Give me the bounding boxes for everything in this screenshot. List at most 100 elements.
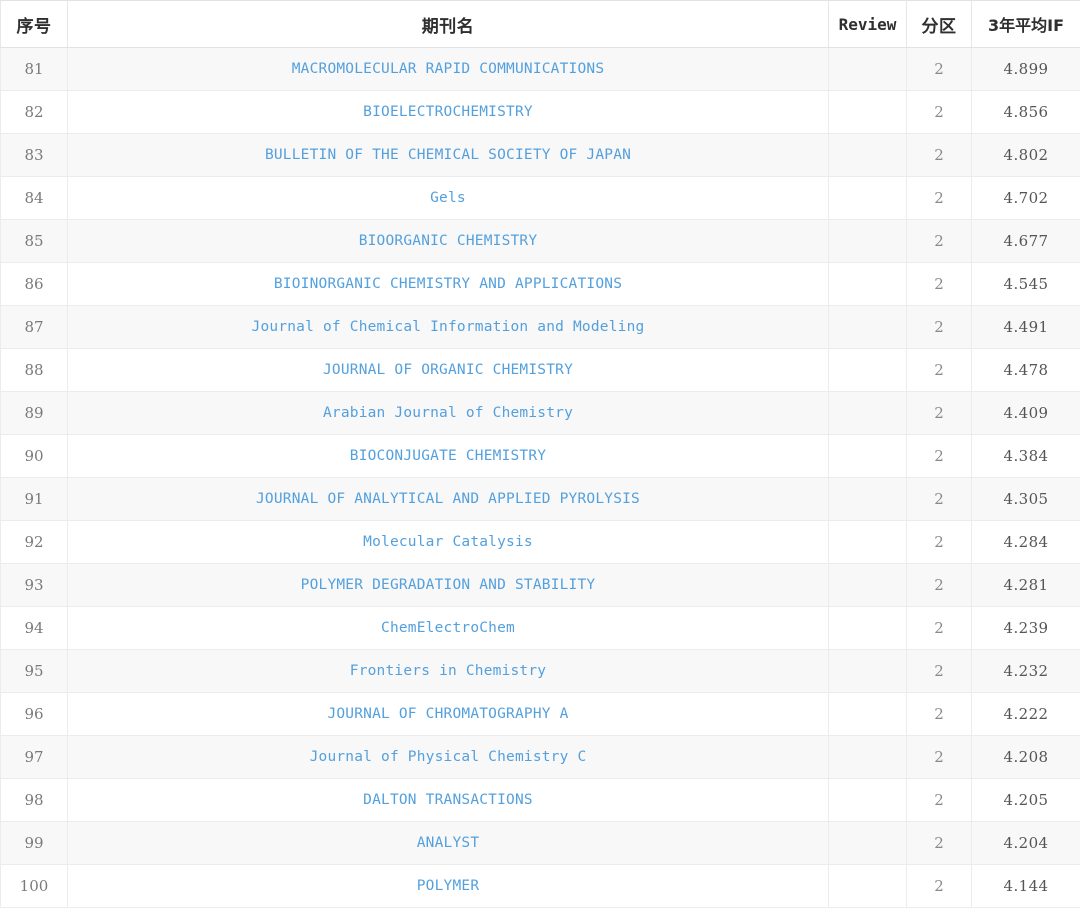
cell-rank: 100: [0, 864, 68, 908]
cell-journal-name[interactable]: BIOELECTROCHEMISTRY: [67, 90, 829, 134]
cell-if3: 4.802: [971, 133, 1080, 177]
cell-journal-name[interactable]: BIOINORGANIC CHEMISTRY AND APPLICATIONS: [67, 262, 829, 306]
cell-rank: 89: [0, 391, 68, 435]
cell-rank: 90: [0, 434, 68, 478]
column-header-zone: 分区: [906, 0, 972, 48]
cell-review: [828, 262, 907, 306]
cell-journal-name[interactable]: MACROMOLECULAR RAPID COMMUNICATIONS: [67, 47, 829, 91]
cell-review: [828, 90, 907, 134]
table-row: 82 BIOELECTROCHEMISTRY 2 4.856: [0, 90, 1080, 134]
cell-journal-name[interactable]: Journal of Chemical Information and Mode…: [67, 305, 829, 349]
cell-zone: 2: [906, 477, 972, 521]
table-row: 88 JOURNAL OF ORGANIC CHEMISTRY 2 4.478: [0, 348, 1080, 392]
table-row: 96 JOURNAL OF CHROMATOGRAPHY A 2 4.222: [0, 692, 1080, 736]
table-header: 序号 期刊名 Review 分区 3年平均IF: [0, 0, 1080, 48]
table-row: 83 BULLETIN OF THE CHEMICAL SOCIETY OF JA…: [0, 133, 1080, 177]
cell-rank: 82: [0, 90, 68, 134]
cell-if3: 4.899: [971, 47, 1080, 91]
table-row: 93 POLYMER DEGRADATION AND STABILITY 2 4.28…: [0, 563, 1080, 607]
table-row: 100 POLYMER 2 4.144: [0, 864, 1080, 908]
cell-journal-name[interactable]: Molecular Catalysis: [67, 520, 829, 564]
cell-review: [828, 133, 907, 177]
column-header-if3: 3年平均IF: [971, 0, 1080, 48]
cell-rank: 88: [0, 348, 68, 392]
cell-rank: 87: [0, 305, 68, 349]
cell-rank: 94: [0, 606, 68, 650]
table-row: 85 BIOORGANIC CHEMISTRY 2 4.677: [0, 219, 1080, 263]
table-row: 97 Journal of Physical Chemistry C 2 4.208: [0, 735, 1080, 779]
cell-if3: 4.281: [971, 563, 1080, 607]
table-row: 87 Journal of Chemical Information and Mo…: [0, 305, 1080, 349]
cell-review: [828, 563, 907, 607]
cell-zone: 2: [906, 176, 972, 220]
cell-journal-name[interactable]: Journal of Physical Chemistry C: [67, 735, 829, 779]
cell-rank: 92: [0, 520, 68, 564]
cell-if3: 4.545: [971, 262, 1080, 306]
cell-rank: 85: [0, 219, 68, 263]
cell-zone: 2: [906, 219, 972, 263]
cell-review: [828, 434, 907, 478]
cell-zone: 2: [906, 262, 972, 306]
cell-zone: 2: [906, 520, 972, 564]
cell-if3: 4.284: [971, 520, 1080, 564]
cell-if3: 4.409: [971, 391, 1080, 435]
cell-review: [828, 176, 907, 220]
table-row: 94 ChemElectroChem 2 4.239: [0, 606, 1080, 650]
cell-journal-name[interactable]: JOURNAL OF CHROMATOGRAPHY A: [67, 692, 829, 736]
cell-journal-name[interactable]: BIOORGANIC CHEMISTRY: [67, 219, 829, 263]
cell-review: [828, 348, 907, 392]
cell-zone: 2: [906, 778, 972, 822]
cell-review: [828, 606, 907, 650]
cell-rank: 86: [0, 262, 68, 306]
table-row: 84 Gels 2 4.702: [0, 176, 1080, 220]
column-header-journal-name: 期刊名: [67, 0, 829, 48]
cell-journal-name[interactable]: ChemElectroChem: [67, 606, 829, 650]
cell-rank: 99: [0, 821, 68, 865]
cell-if3: 4.208: [971, 735, 1080, 779]
cell-zone: 2: [906, 305, 972, 349]
cell-review: [828, 391, 907, 435]
cell-journal-name[interactable]: Frontiers in Chemistry: [67, 649, 829, 693]
cell-review: [828, 47, 907, 91]
cell-review: [828, 305, 907, 349]
journal-table-container: 序号 期刊名 Review 分区 3年平均IF 81 MACROMOLECULAR…: [0, 0, 1080, 911]
table-row: 98 DALTON TRANSACTIONS 2 4.205: [0, 778, 1080, 822]
cell-journal-name[interactable]: POLYMER DEGRADATION AND STABILITY: [67, 563, 829, 607]
cell-journal-name[interactable]: ANALYST: [67, 821, 829, 865]
cell-if3: 4.491: [971, 305, 1080, 349]
cell-journal-name[interactable]: JOURNAL OF ORGANIC CHEMISTRY: [67, 348, 829, 392]
table-row: 92 Molecular Catalysis 2 4.284: [0, 520, 1080, 564]
cell-zone: 2: [906, 606, 972, 650]
cell-zone: 2: [906, 133, 972, 177]
cell-if3: 4.702: [971, 176, 1080, 220]
cell-zone: 2: [906, 692, 972, 736]
table-row: 90 BIOCONJUGATE CHEMISTRY 2 4.384: [0, 434, 1080, 478]
cell-zone: 2: [906, 90, 972, 134]
cell-journal-name[interactable]: BULLETIN OF THE CHEMICAL SOCIETY OF JAPA…: [67, 133, 829, 177]
cell-journal-name[interactable]: DALTON TRANSACTIONS: [67, 778, 829, 822]
cell-journal-name[interactable]: Gels: [67, 176, 829, 220]
column-header-rank: 序号: [0, 0, 68, 48]
cell-if3: 4.204: [971, 821, 1080, 865]
table-header-row: 序号 期刊名 Review 分区 3年平均IF: [0, 0, 1080, 48]
cell-review: [828, 735, 907, 779]
cell-if3: 4.239: [971, 606, 1080, 650]
cell-if3: 4.384: [971, 434, 1080, 478]
cell-rank: 81: [0, 47, 68, 91]
cell-rank: 98: [0, 778, 68, 822]
cell-journal-name[interactable]: JOURNAL OF ANALYTICAL AND APPLIED PYROLY…: [67, 477, 829, 521]
column-header-review: Review: [828, 0, 907, 48]
cell-review: [828, 692, 907, 736]
cell-if3: 4.205: [971, 778, 1080, 822]
cell-review: [828, 821, 907, 865]
cell-journal-name[interactable]: BIOCONJUGATE CHEMISTRY: [67, 434, 829, 478]
cell-rank: 84: [0, 176, 68, 220]
cell-journal-name[interactable]: POLYMER: [67, 864, 829, 908]
cell-review: [828, 778, 907, 822]
cell-review: [828, 649, 907, 693]
cell-journal-name[interactable]: Arabian Journal of Chemistry: [67, 391, 829, 435]
cell-zone: 2: [906, 821, 972, 865]
table-row: 95 Frontiers in Chemistry 2 4.232: [0, 649, 1080, 693]
cell-review: [828, 477, 907, 521]
cell-if3: 4.144: [971, 864, 1080, 908]
